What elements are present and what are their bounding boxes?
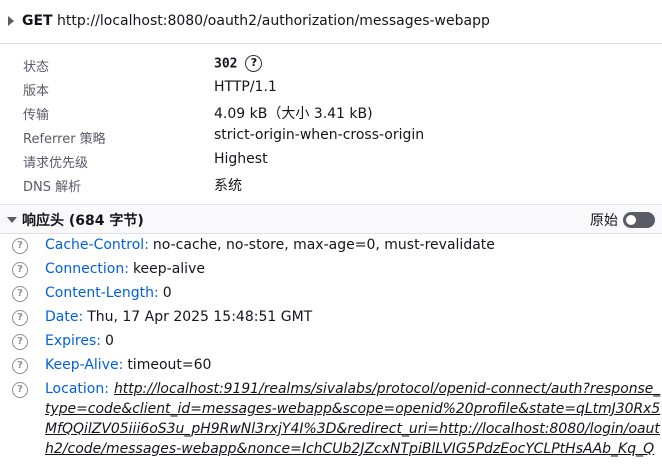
- location-url-line[interactable]: h2/code/messages-webapp&nonce=IchCUb2JZc…: [45, 441, 654, 457]
- request-line[interactable]: GET http://localhost:8080/oauth2/authori…: [0, 0, 662, 44]
- header-info-icon[interactable]: ?: [12, 358, 28, 374]
- summary-key: 状态: [23, 60, 50, 75]
- collapse-arrow-icon[interactable]: [7, 217, 17, 223]
- summary-key: 版本: [23, 84, 50, 99]
- location-url-line[interactable]: MfQQilZV05iii6oS3u_pH9RwNl3rxjY4I%3D&red…: [45, 421, 660, 437]
- summary-row-status: 状态 302?: [0, 52, 662, 76]
- header-value: Thu, 17 Apr 2025 15:48:51 GMT: [87, 309, 313, 325]
- summary-key: 请求优先级: [23, 156, 89, 171]
- header-info-icon[interactable]: ?: [12, 262, 28, 278]
- header-name: Keep-Alive:: [45, 357, 124, 373]
- summary-row-priority: 请求优先级 Highest: [0, 148, 662, 172]
- header-name: Connection:: [45, 261, 129, 277]
- header-name: Content-Length:: [45, 285, 159, 301]
- summary-value: strict-origin-when-cross-origin: [214, 127, 425, 143]
- help-icon[interactable]: ?: [245, 55, 263, 72]
- header-info-icon[interactable]: ?: [12, 310, 28, 326]
- summary-value: 系统: [214, 178, 242, 194]
- summary-value: HTTP/1.1: [214, 79, 277, 95]
- raw-toggle[interactable]: [623, 212, 655, 228]
- header-row: ? Content-Length: 0: [0, 282, 662, 306]
- status-code: 302: [214, 56, 238, 72]
- header-value: 0: [162, 285, 172, 301]
- toggle-knob: [626, 215, 636, 225]
- header-name: Date:: [45, 309, 84, 325]
- header-row: ? Cache-Control: no-cache, no-store, max-…: [0, 234, 662, 258]
- header-row: ? Connection: keep-alive: [0, 258, 662, 282]
- request-method: GET: [22, 13, 53, 29]
- header-row-location: ? Location: http://localhost:9191/realms…: [0, 378, 662, 458]
- summary-key: 传输: [23, 108, 50, 123]
- summary-value: 4.09 kB（大小 3.41 kB): [214, 106, 373, 122]
- header-value: 0: [104, 333, 114, 349]
- header-value: timeout=60: [127, 357, 212, 373]
- header-row: ? Date: Thu, 17 Apr 2025 15:48:51 GMT: [0, 306, 662, 330]
- summary-row-dns: DNS 解析 系统: [0, 172, 662, 196]
- location-url-line[interactable]: http://localhost:9191/realms/sivalabs/pr…: [114, 381, 660, 397]
- header-row: ? Keep-Alive: timeout=60: [0, 354, 662, 378]
- header-name: Cache-Control:: [45, 237, 149, 253]
- summary-row-transfer: 传输 4.09 kB（大小 3.41 kB): [0, 100, 662, 124]
- summary-value: Highest: [214, 151, 268, 167]
- summary-key: DNS 解析: [23, 180, 82, 195]
- summary-row-version: 版本 HTTP/1.1: [0, 76, 662, 100]
- response-headers-section-header[interactable]: 响应头 (684 字节) 原始: [0, 204, 662, 234]
- request-url: http://localhost:8080/oauth2/authorizati…: [57, 13, 490, 29]
- request-summary: 状态 302? 版本 HTTP/1.1 传输 4.09 kB（大小 3.41 k…: [0, 52, 662, 196]
- summary-row-referrer: Referrer 策略 strict-origin-when-cross-ori…: [0, 124, 662, 148]
- location-url-line[interactable]: type=code&client_id=messages-webapp&scop…: [45, 401, 660, 417]
- header-name: Expires:: [45, 333, 101, 349]
- header-value: keep-alive: [132, 261, 205, 277]
- header-info-icon[interactable]: ?: [12, 286, 28, 302]
- header-value: no-cache, no-store, max-age=0, must-reva…: [152, 237, 495, 253]
- raw-toggle-label: 原始: [590, 213, 618, 229]
- summary-value: 302?: [214, 55, 263, 72]
- header-name: Location:: [45, 381, 109, 397]
- summary-key: Referrer 策略: [23, 132, 106, 147]
- expand-arrow-icon[interactable]: [8, 16, 14, 26]
- response-headers-title: 响应头 (684 字节): [22, 213, 144, 229]
- header-info-icon[interactable]: ?: [12, 382, 28, 398]
- header-row: ? Expires: 0: [0, 330, 662, 354]
- header-info-icon[interactable]: ?: [12, 238, 28, 254]
- header-info-icon[interactable]: ?: [12, 334, 28, 350]
- response-headers-list: ? Cache-Control: no-cache, no-store, max-…: [0, 234, 662, 458]
